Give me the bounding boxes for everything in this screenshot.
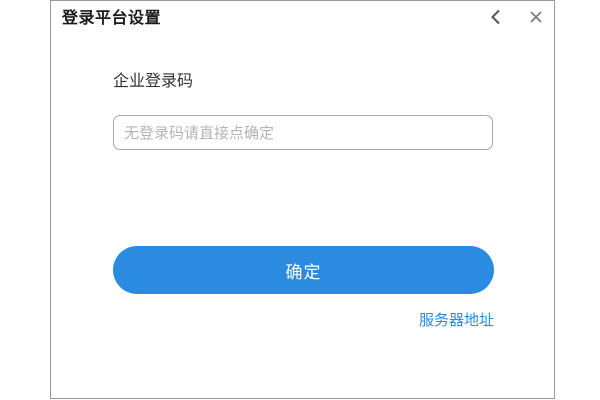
enterprise-code-input[interactable] <box>113 115 493 150</box>
close-icon <box>530 11 542 23</box>
chevron-left-icon <box>491 9 500 25</box>
dialog-title: 登录平台设置 <box>62 8 162 27</box>
confirm-button[interactable]: 确定 <box>113 246 494 294</box>
server-address-link[interactable]: 服务器地址 <box>413 310 494 330</box>
enterprise-code-label: 企业登录码 <box>113 71 194 90</box>
back-button[interactable] <box>486 7 506 27</box>
login-platform-settings-dialog: 登录平台设置 企业登录码 确定 服务器地址 <box>50 0 555 399</box>
close-button[interactable] <box>526 7 546 27</box>
